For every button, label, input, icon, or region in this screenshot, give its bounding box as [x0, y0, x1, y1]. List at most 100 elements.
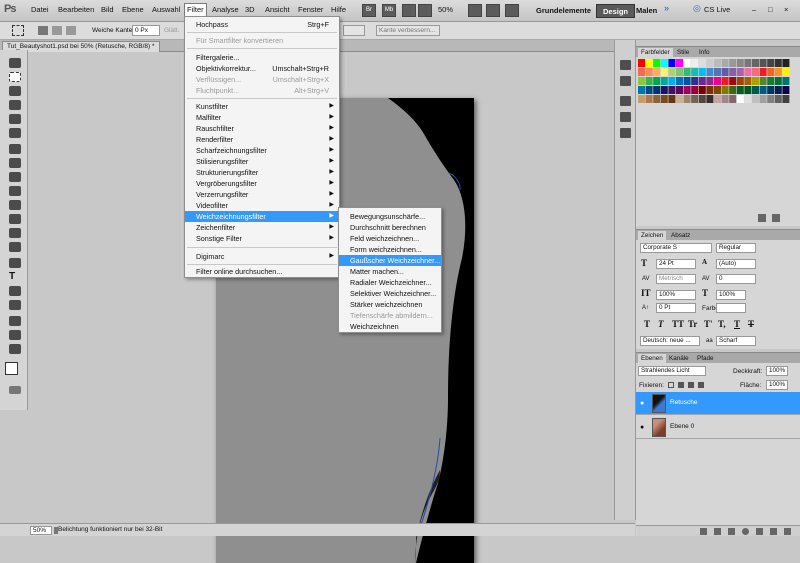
adjustment-layer-icon[interactable]: [742, 528, 749, 535]
swatch[interactable]: [698, 59, 706, 67]
swatch[interactable]: [752, 86, 759, 94]
swatch[interactable]: [706, 86, 714, 94]
swatch[interactable]: [767, 95, 775, 103]
swatch[interactable]: [668, 95, 676, 103]
cs-live-icon[interactable]: ◎: [693, 3, 701, 14]
swatch[interactable]: [721, 68, 729, 76]
submenu-item-radialer-weichzeichner[interactable]: Radialer Weichzeichner...: [339, 277, 441, 288]
menu-item-vergroeberungsfilter[interactable]: Vergröberungsfilter ▶: [185, 178, 339, 189]
selection-add-icon[interactable]: [52, 26, 62, 35]
menu-item-objektivkorrektur[interactable]: Objektivkorrektur... Umschalt+Strg+R: [185, 63, 339, 74]
swatch[interactable]: [653, 77, 661, 85]
brush-tool-icon[interactable]: [9, 158, 21, 168]
workspace-paint[interactable]: Malen: [630, 4, 663, 18]
swatch[interactable]: [729, 86, 737, 94]
submenu-item-feld-weichzeichnen[interactable]: Feld weichzeichnen...: [339, 233, 441, 244]
menu-bearbeiten[interactable]: Bearbeiten: [58, 5, 94, 14]
menu-fenster[interactable]: Fenster: [298, 5, 323, 14]
bridge-button[interactable]: Br: [362, 4, 376, 17]
swatch[interactable]: [744, 86, 752, 94]
dodge-tool-icon[interactable]: [9, 242, 21, 252]
style-dropdown[interactable]: [343, 25, 365, 36]
arrange-docs-icon[interactable]: [505, 4, 519, 17]
menu-item-hochpass[interactable]: Hochpass Strg+F: [185, 19, 339, 30]
swatch[interactable]: [759, 95, 767, 103]
fill-field[interactable]: 100%: [766, 380, 788, 390]
visibility-eye-icon[interactable]: ●: [640, 400, 644, 407]
menu-bild[interactable]: Bild: [101, 5, 114, 14]
new-group-icon[interactable]: [756, 528, 763, 535]
tab-stile[interactable]: Stile: [674, 48, 692, 57]
swatch[interactable]: [744, 59, 752, 67]
swatch[interactable]: [683, 68, 691, 76]
swatch[interactable]: [645, 86, 653, 94]
menu-item-scharfzeichnungsfilter[interactable]: Scharfzeichnungsfilter ▶: [185, 145, 339, 156]
visibility-eye-icon[interactable]: ●: [640, 424, 644, 431]
quick-selection-icon[interactable]: [9, 100, 21, 110]
swatch[interactable]: [752, 95, 759, 103]
swatch[interactable]: [759, 59, 767, 67]
font-style-dropdown[interactable]: Regular: [716, 243, 756, 253]
minibridge-button[interactable]: Mb: [382, 4, 396, 17]
swatch[interactable]: [714, 59, 721, 67]
small-caps-icon[interactable]: Tr: [688, 319, 697, 329]
horizontal-scale-field[interactable]: 100%: [716, 290, 746, 300]
navigator-icon[interactable]: [620, 128, 631, 138]
zoom-level[interactable]: 50%: [438, 5, 453, 14]
hand-tool-icon[interactable]: [9, 344, 21, 354]
zoom-tool-icon[interactable]: [418, 4, 432, 17]
close-button[interactable]: ×: [784, 5, 788, 14]
swatch[interactable]: [744, 68, 752, 76]
menu-item-weichzeichnungsfilter[interactable]: Weichzeichnungsfilter ▶: [185, 211, 339, 222]
tab-ebenen[interactable]: Ebenen: [638, 354, 666, 363]
new-swatch-icon[interactable]: [758, 214, 766, 222]
swatch[interactable]: [782, 95, 790, 103]
swatch[interactable]: [744, 95, 752, 103]
swatch[interactable]: [721, 59, 729, 67]
swatch[interactable]: [683, 86, 691, 94]
menu-item-malfilter[interactable]: Malfilter ▶: [185, 112, 339, 123]
menu-auswahl[interactable]: Auswahl: [152, 5, 180, 14]
swatch[interactable]: [752, 59, 759, 67]
refine-edge-button[interactable]: Kante verbessern...: [376, 25, 440, 36]
swatch[interactable]: [638, 59, 645, 67]
swatch[interactable]: [683, 95, 691, 103]
lock-position-icon[interactable]: [688, 382, 694, 388]
swatch[interactable]: [782, 59, 790, 67]
swatch[interactable]: [676, 68, 683, 76]
actions-panel-icon[interactable]: [620, 76, 631, 86]
underline-icon[interactable]: T: [734, 319, 740, 329]
cs-live-label[interactable]: CS Live: [704, 5, 730, 14]
menu-hilfe[interactable]: Hilfe: [331, 5, 346, 14]
swatch[interactable]: [660, 59, 668, 67]
clone-source-icon[interactable]: [620, 112, 631, 122]
menu-item-sonstige-filter[interactable]: Sonstige Filter ▶: [185, 233, 339, 244]
language-dropdown[interactable]: Deutsch: neue ...: [640, 336, 700, 346]
swatch[interactable]: [668, 86, 676, 94]
swatch[interactable]: [782, 77, 790, 85]
swatch[interactable]: [744, 77, 752, 85]
swatch[interactable]: [676, 77, 683, 85]
swatch[interactable]: [736, 77, 744, 85]
blend-mode-dropdown[interactable]: Strahlendes Licht: [638, 366, 706, 376]
menu-item-kunstfilter[interactable]: Kunstfilter ▶: [185, 101, 339, 112]
swatch[interactable]: [638, 95, 645, 103]
swatch[interactable]: [660, 68, 668, 76]
rotate-view-icon[interactable]: [486, 4, 500, 17]
menu-filter[interactable]: Filter: [184, 3, 207, 17]
swatch[interactable]: [729, 59, 737, 67]
menu-item-renderfilter[interactable]: Renderfilter ▶: [185, 134, 339, 145]
submenu-item-bewegungsunschaerfe[interactable]: Bewegungsunschärfe...: [339, 211, 441, 222]
swatch[interactable]: [691, 77, 699, 85]
marquee-tool-icon[interactable]: [9, 72, 21, 82]
swatch[interactable]: [752, 68, 759, 76]
kerning-field[interactable]: Metrisch: [656, 274, 696, 284]
subscript-icon[interactable]: T,: [718, 319, 726, 329]
lock-transparency-icon[interactable]: [668, 382, 674, 388]
text-color-swatch[interactable]: [716, 303, 746, 313]
swatch[interactable]: [721, 77, 729, 85]
menu-item-strukturierungsfilter[interactable]: Strukturierungsfilter ▶: [185, 167, 339, 178]
swatch[interactable]: [691, 95, 699, 103]
hand-tool-icon[interactable]: [468, 4, 482, 17]
swatch[interactable]: [676, 95, 683, 103]
